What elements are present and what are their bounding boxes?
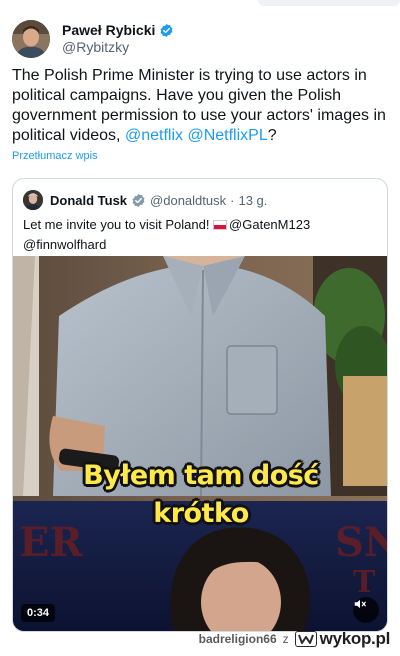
quoted-author-avatar[interactable] bbox=[23, 190, 43, 210]
mention-finn-link[interactable]: @finnwolfhard bbox=[23, 237, 106, 252]
quoted-timestamp[interactable]: 13 g. bbox=[238, 193, 267, 208]
quoted-tweet-text: Let me invite you to visit Poland! @Gate… bbox=[23, 215, 377, 255]
verified-badge-icon bbox=[132, 193, 145, 207]
video-caption-line-1: Byłem tam dość bbox=[83, 460, 319, 491]
quoted-tweet-header: Donald Tusk @donaldtusk · 13 g. bbox=[23, 189, 377, 211]
wykop-logo-icon: wykop.pl bbox=[294, 629, 391, 649]
mention-gaten-link[interactable]: @GatenM123 bbox=[229, 217, 310, 232]
author-name[interactable]: Paweł Rybicki bbox=[62, 22, 155, 40]
tweet-header: Paweł Rybicki @Rybitzky bbox=[12, 18, 388, 60]
author-avatar[interactable] bbox=[12, 20, 50, 58]
svg-text:T: T bbox=[353, 565, 376, 600]
quoted-tweet-card[interactable]: Donald Tusk @donaldtusk · 13 g. Let me i… bbox=[12, 178, 388, 632]
mention-netflixpl-link[interactable]: @NetflixPL bbox=[187, 127, 267, 144]
volume-muted-icon[interactable] bbox=[353, 597, 379, 623]
video-frame: ER SN T bbox=[13, 256, 387, 631]
wykop-watermark: badreligion66 z wykop.pl bbox=[198, 628, 391, 650]
watermark-brand: wykop.pl bbox=[319, 629, 391, 648]
video-duration-badge: 0:34 bbox=[21, 604, 56, 622]
video-caption-line-2: krótko bbox=[153, 498, 249, 529]
translate-post-link[interactable]: Przetłumacz wpis bbox=[12, 150, 98, 162]
quoted-text-body: Let me invite you to visit Poland! bbox=[23, 217, 214, 232]
author-handle[interactable]: @Rybitzky bbox=[62, 39, 174, 57]
tweet-text: The Polish Prime Minister is trying to u… bbox=[12, 66, 390, 146]
verified-badge-icon bbox=[160, 23, 173, 37]
separator-dot: · bbox=[230, 192, 235, 208]
watermark-connector: z bbox=[282, 632, 289, 646]
mention-netflix-link[interactable]: @netflix bbox=[125, 127, 183, 144]
quoted-author-handle[interactable]: @donaldtusk bbox=[150, 193, 226, 208]
watermark-username: badreligion66 bbox=[198, 632, 277, 646]
video-player[interactable]: ER SN T Byłem tam dość krótko 0:34 bbox=[13, 256, 387, 631]
poland-flag-icon bbox=[213, 220, 228, 230]
top-scroll-edge bbox=[0, 0, 400, 8]
quoted-author-name[interactable]: Donald Tusk bbox=[50, 193, 127, 208]
tweet-text-end: ? bbox=[267, 127, 277, 144]
